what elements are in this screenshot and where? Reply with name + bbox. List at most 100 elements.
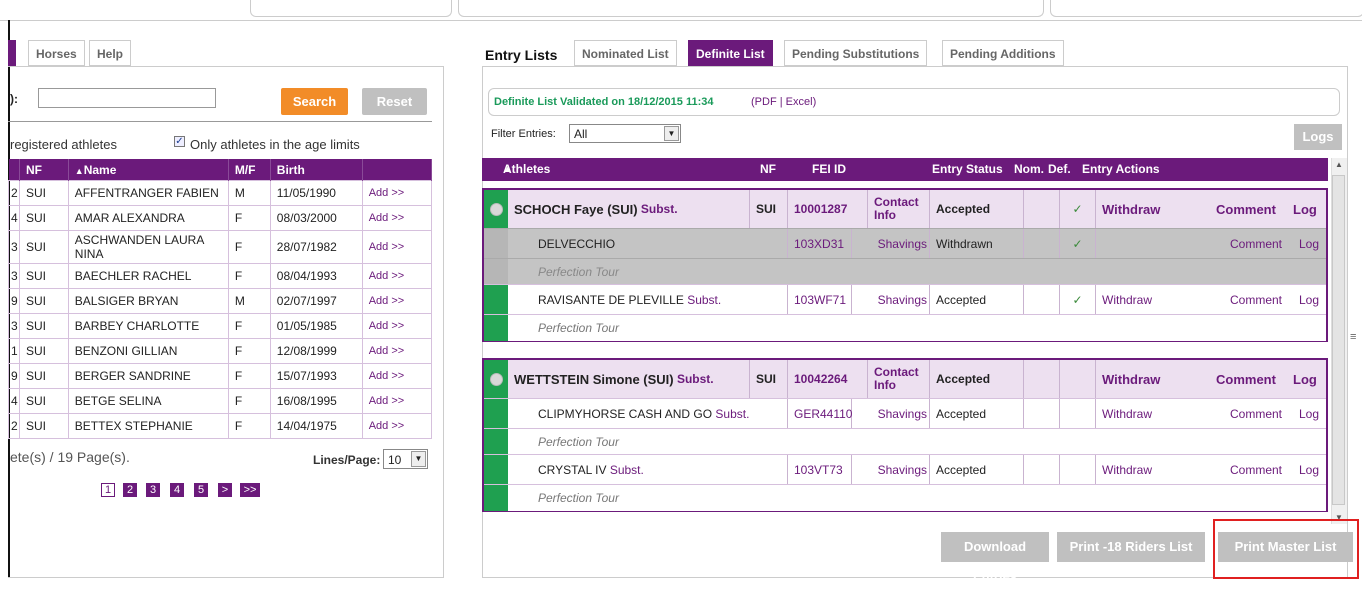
col-birth[interactable]: Birth bbox=[270, 159, 363, 181]
add-link[interactable]: Add >> bbox=[361, 313, 433, 339]
event-venue[interactable]: Shavings bbox=[852, 399, 930, 429]
tab-pending-additions[interactable]: Pending Additions bbox=[942, 40, 1064, 66]
def-check-icon bbox=[1060, 455, 1096, 485]
print-18-riders-button[interactable]: Print -18 Riders List bbox=[1057, 532, 1205, 562]
athlete-name: SCHOCH Faye (SUI) Subst. bbox=[508, 190, 750, 228]
birth-cell: 14/04/1975 bbox=[269, 413, 363, 439]
log-link[interactable]: Log bbox=[1299, 407, 1319, 421]
add-link[interactable]: Add >> bbox=[361, 413, 433, 439]
row-stub: 1 bbox=[8, 338, 20, 364]
comment-link[interactable]: Comment bbox=[1230, 237, 1282, 251]
select-radio-cell[interactable] bbox=[484, 190, 508, 228]
birth-cell: 28/07/1982 bbox=[269, 230, 363, 264]
comment-link[interactable]: Comment bbox=[1216, 372, 1276, 387]
substitute-link[interactable]: Subst. bbox=[641, 202, 678, 216]
search-input[interactable] bbox=[38, 88, 216, 108]
name-cell: BALSIGER BRYAN bbox=[67, 288, 229, 314]
withdraw-link[interactable]: Withdraw bbox=[1102, 407, 1152, 421]
tab-active-fragment[interactable] bbox=[8, 40, 16, 67]
contact-info-link[interactable]: Contact Info bbox=[868, 360, 930, 398]
row-marker bbox=[484, 429, 508, 455]
fei-id-link[interactable]: GER44110 bbox=[788, 399, 852, 429]
log-link[interactable]: Log bbox=[1299, 237, 1319, 251]
col-nf[interactable]: NF bbox=[19, 159, 69, 181]
substitute-link[interactable]: Subst. bbox=[715, 407, 749, 421]
page-link[interactable]: 1 bbox=[101, 483, 115, 497]
page-link[interactable]: 2 bbox=[123, 483, 137, 497]
event-name: Perfection Tour bbox=[538, 435, 619, 449]
contact-info-link[interactable]: Contact Info bbox=[868, 190, 930, 228]
radio-icon[interactable] bbox=[489, 202, 503, 216]
fei-id-link[interactable]: 103XD31 bbox=[788, 229, 852, 259]
page-link[interactable]: 5 bbox=[194, 483, 208, 497]
col-mf[interactable]: M/F bbox=[228, 159, 271, 181]
add-link[interactable]: Add >> bbox=[361, 338, 433, 364]
page-link[interactable]: 3 bbox=[146, 483, 160, 497]
add-link[interactable]: Add >> bbox=[361, 180, 433, 206]
radio-icon[interactable] bbox=[489, 372, 503, 386]
tab-definite-list[interactable]: Definite List bbox=[688, 40, 773, 66]
scrollbar-thumb[interactable] bbox=[1332, 175, 1345, 505]
select-radio-cell[interactable] bbox=[484, 360, 508, 398]
event-venue[interactable]: Shavings bbox=[852, 229, 930, 259]
add-link[interactable]: Add >> bbox=[361, 205, 433, 231]
fei-id-link[interactable]: 10042264 bbox=[788, 360, 868, 398]
row-stub: 3 bbox=[8, 313, 20, 339]
withdraw-link[interactable]: Withdraw bbox=[1102, 293, 1152, 307]
add-link[interactable]: Add >> bbox=[361, 363, 433, 389]
withdraw-link[interactable]: Withdraw bbox=[1102, 202, 1160, 217]
nf-cell: SUI bbox=[750, 360, 788, 398]
tab-pending-substitutions[interactable]: Pending Substitutions bbox=[784, 40, 928, 66]
lines-per-page-select[interactable]: 10 ▼ bbox=[383, 449, 428, 469]
comment-link[interactable]: Comment bbox=[1230, 463, 1282, 477]
top-field-2[interactable] bbox=[458, 0, 1044, 17]
add-link[interactable]: Add >> bbox=[361, 388, 433, 414]
col-name[interactable]: ▲Name bbox=[68, 159, 229, 181]
log-link[interactable]: Log bbox=[1299, 293, 1319, 307]
tab-help[interactable]: Help bbox=[89, 40, 132, 66]
page-link[interactable]: > bbox=[218, 483, 232, 497]
logs-button[interactable]: Logs bbox=[1294, 124, 1342, 150]
page-link[interactable]: 4 bbox=[170, 483, 184, 497]
filter-entries-select[interactable]: All ▼ bbox=[569, 124, 681, 143]
comment-link[interactable]: Comment bbox=[1216, 202, 1276, 217]
col-def: Def. bbox=[1048, 162, 1071, 176]
def-check-icon bbox=[1060, 399, 1096, 429]
add-link[interactable]: Add >> bbox=[361, 288, 433, 314]
col-nf[interactable]: NF bbox=[760, 158, 776, 181]
add-link[interactable]: Add >> bbox=[361, 263, 433, 289]
log-link[interactable]: Log bbox=[1293, 372, 1317, 387]
event-venue[interactable]: Shavings bbox=[852, 285, 930, 315]
substitute-link[interactable]: Subst. bbox=[687, 293, 721, 307]
nf-cell: SUI bbox=[18, 363, 69, 389]
excel-link[interactable]: Excel bbox=[786, 96, 813, 108]
tab-nominated-list[interactable]: Nominated List bbox=[574, 40, 677, 66]
age-limits-checkbox[interactable]: ✓ bbox=[174, 136, 185, 147]
substitute-link[interactable]: Subst. bbox=[610, 463, 644, 477]
page-link[interactable]: >> bbox=[240, 483, 260, 497]
comment-link[interactable]: Comment bbox=[1230, 293, 1282, 307]
substitute-link[interactable]: Subst. bbox=[677, 372, 714, 386]
fei-id-link[interactable]: 10001287 bbox=[788, 190, 868, 228]
pagination-summary: ete(s) / 19 Page(s). bbox=[10, 449, 130, 465]
col-fei-id[interactable]: FEI ID bbox=[812, 158, 846, 181]
tab-horses[interactable]: Horses bbox=[28, 40, 85, 66]
download-entries-button[interactable]: Download Entries bbox=[941, 532, 1049, 584]
fei-id-link[interactable]: 103WF71 bbox=[788, 285, 852, 315]
log-link[interactable]: Log bbox=[1293, 202, 1317, 217]
fei-id-link[interactable]: 103VT73 bbox=[788, 455, 852, 485]
horse-row: CLIPMYHORSE CASH AND GO Subst. GER44110 Sh… bbox=[484, 398, 1326, 429]
log-link[interactable]: Log bbox=[1299, 463, 1319, 477]
top-field-3[interactable] bbox=[1050, 0, 1362, 17]
add-link[interactable]: Add >> bbox=[361, 230, 433, 264]
top-field-1[interactable] bbox=[250, 0, 452, 17]
event-venue[interactable]: Shavings bbox=[852, 455, 930, 485]
search-button[interactable]: Search bbox=[281, 88, 348, 115]
filter-entries-label: Filter Entries: bbox=[491, 128, 556, 140]
pdf-link[interactable]: PDF bbox=[755, 96, 777, 108]
withdraw-link[interactable]: Withdraw bbox=[1102, 372, 1160, 387]
reset-button[interactable]: Reset bbox=[362, 88, 427, 115]
scroll-up-icon[interactable]: ▲ bbox=[1335, 160, 1343, 169]
comment-link[interactable]: Comment bbox=[1230, 407, 1282, 421]
withdraw-link[interactable]: Withdraw bbox=[1102, 463, 1152, 477]
